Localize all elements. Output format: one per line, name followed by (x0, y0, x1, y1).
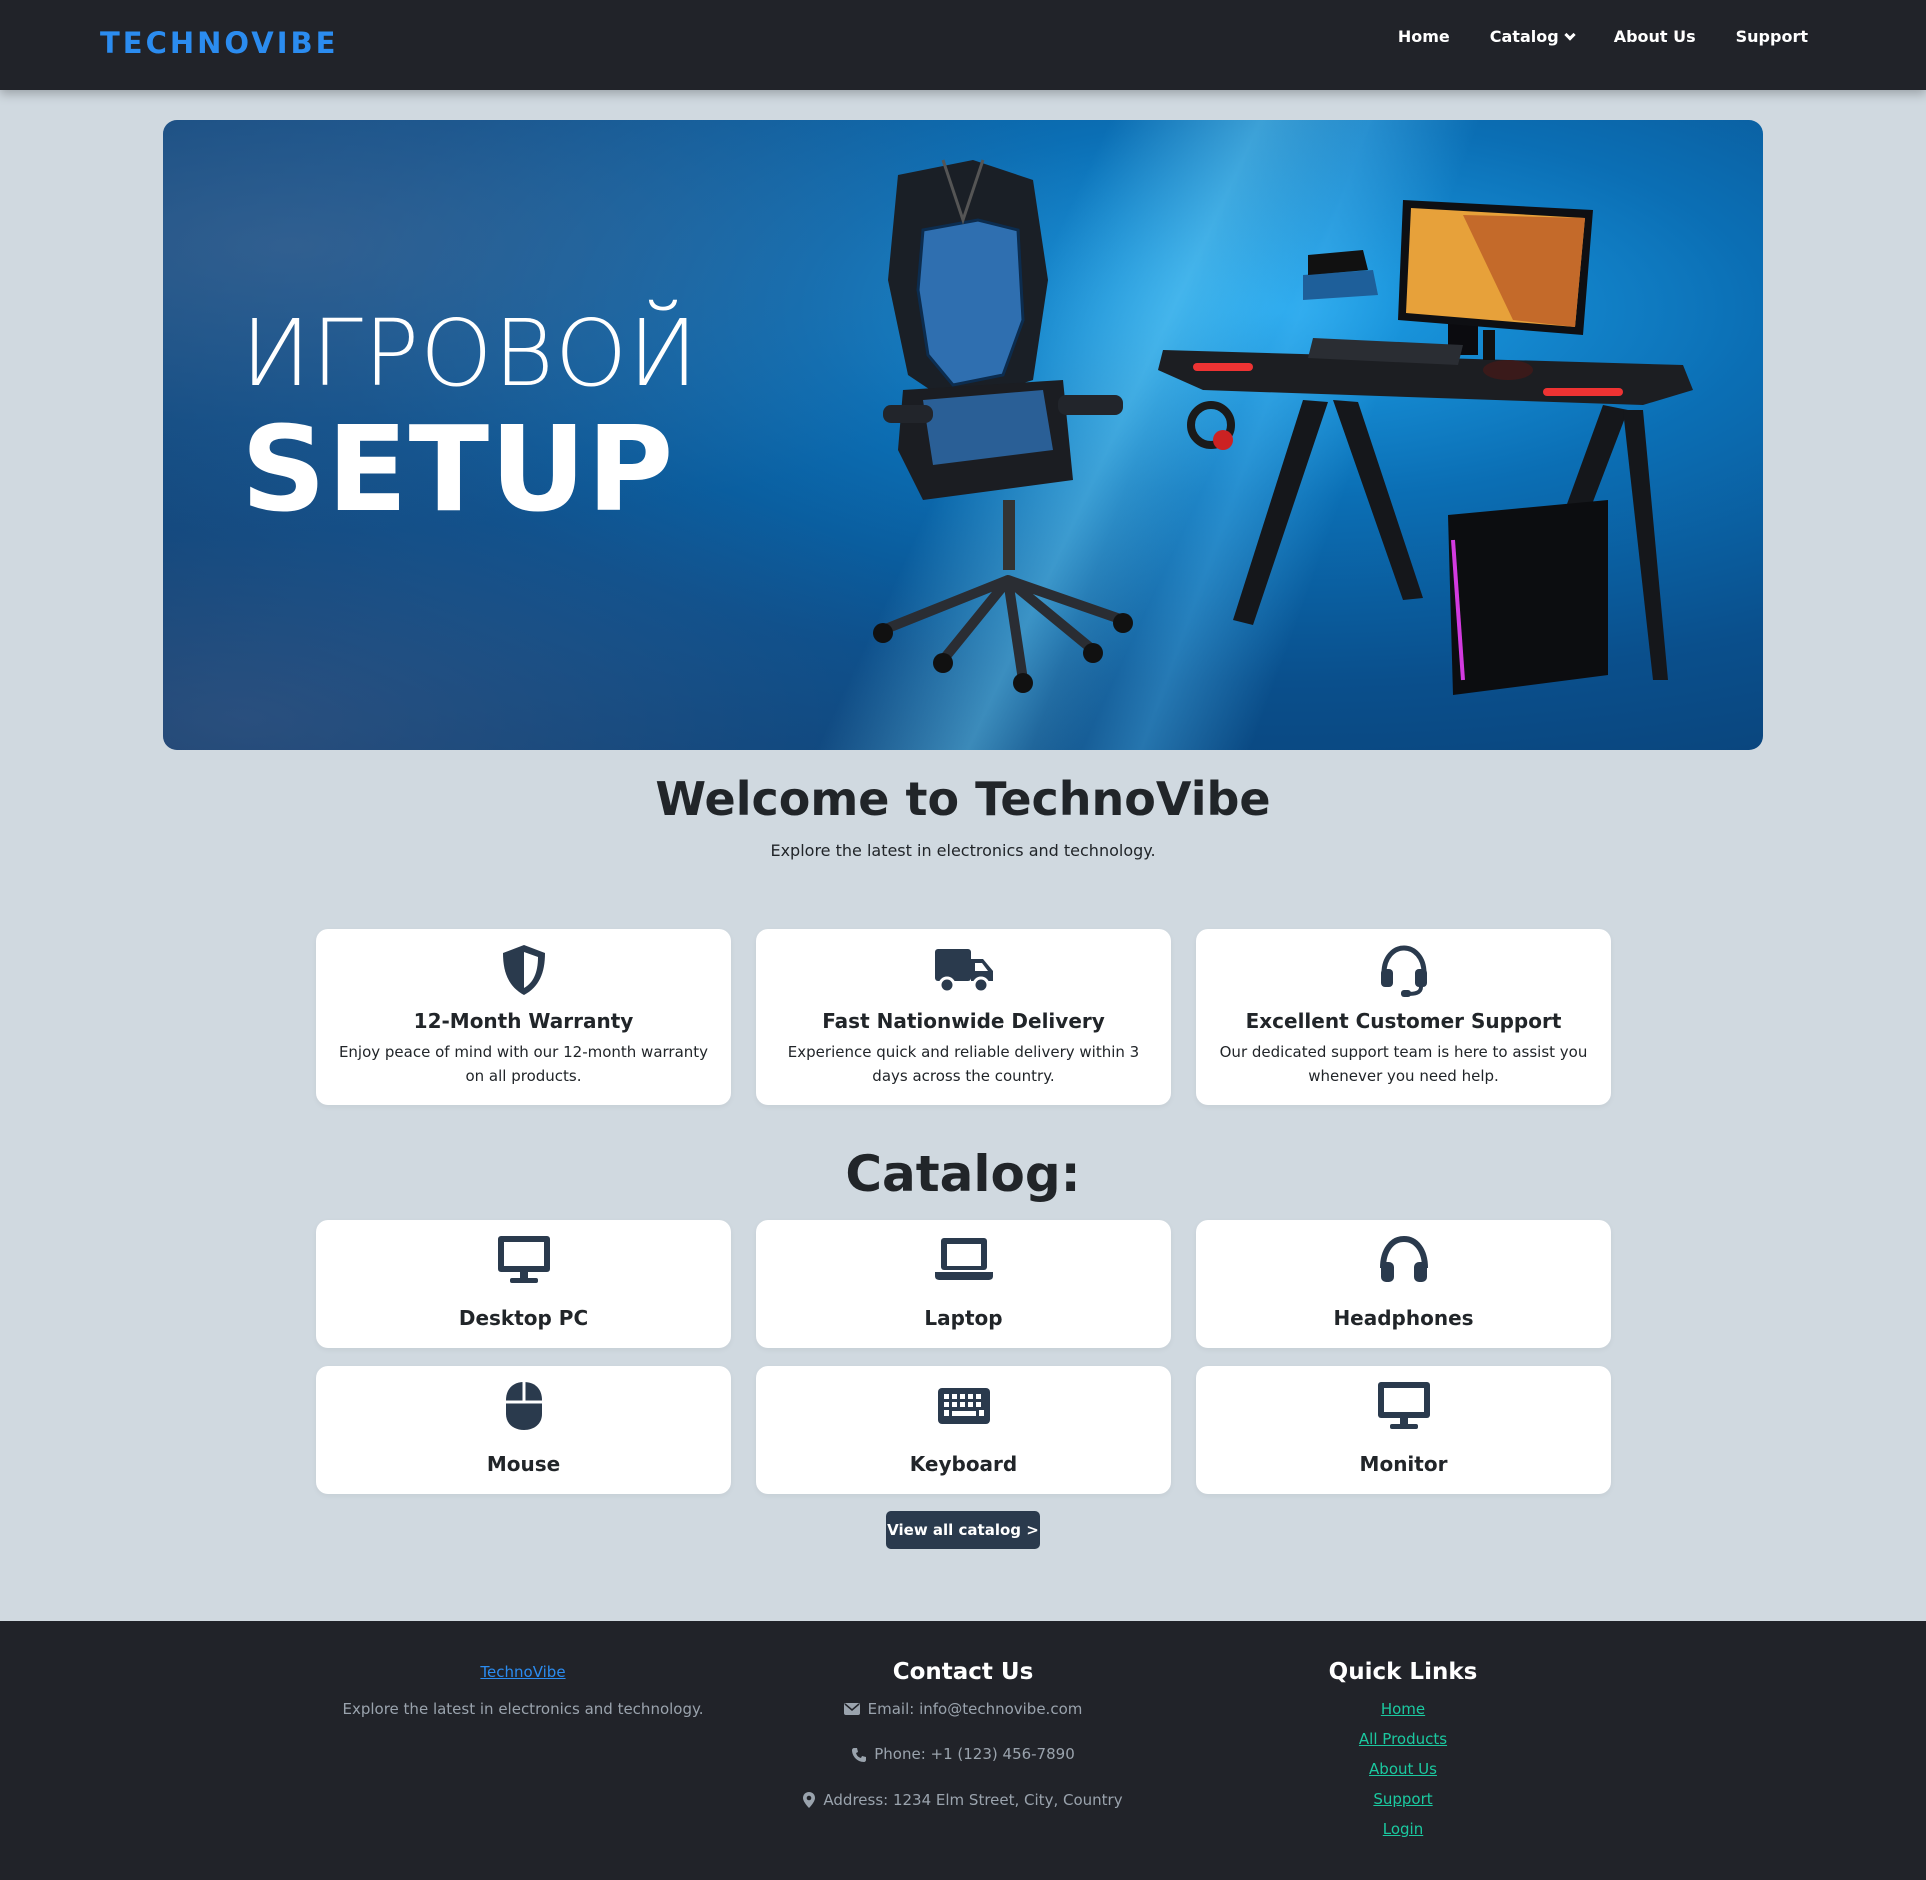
truck-icon (756, 943, 1171, 997)
catalog-item-label: Desktop PC (458, 1306, 589, 1330)
feature-title: Excellent Customer Support (1245, 1009, 1562, 1033)
footer: TechnoVibe Explore the latest in electro… (0, 1621, 1926, 1880)
view-all-catalog-button[interactable]: View all catalog > (886, 1511, 1040, 1549)
laptop-icon (756, 1234, 1171, 1288)
nav-home[interactable]: Home (1398, 26, 1450, 48)
contact-email-text: Email: info@technovibe.com (867, 1700, 1083, 1718)
catalog-item-label: Keyboard (909, 1452, 1018, 1476)
nav-catalog-label: Catalog (1489, 27, 1559, 46)
mouse-icon (316, 1380, 731, 1434)
quick-link-all-products[interactable]: All Products (1183, 1730, 1623, 1748)
quick-link-about-us[interactable]: About Us (1183, 1760, 1623, 1778)
quick-link-support[interactable]: Support (1183, 1790, 1623, 1808)
contact-address: Address: 1234 Elm Street, City, Country (743, 1791, 1183, 1809)
footer-tagline: Explore the latest in electronics and te… (342, 1700, 704, 1718)
contact-heading: Contact Us (892, 1659, 1034, 1685)
contact-phone: Phone: +1 (123) 456-7890 (743, 1745, 1183, 1763)
hero-title-line2: SETUP (241, 400, 675, 538)
hero-title-line1: ИГРОВОЙ (241, 300, 699, 407)
contact-address-text: Address: 1234 Elm Street, City, Country (823, 1791, 1123, 1809)
catalog-item-label: Mouse (486, 1452, 561, 1476)
feature-text: Experience quick and reliable delivery w… (787, 1043, 1140, 1085)
feature-title: 12-Month Warranty (413, 1009, 634, 1033)
nav-links: Home Catalog About Us Support (1398, 26, 1808, 48)
headphones-icon (1196, 1234, 1611, 1288)
quick-link-login[interactable]: Login (1183, 1820, 1623, 1838)
monitor-icon (1196, 1380, 1611, 1434)
feature-card-support: Excellent Customer Support Our dedicated… (1196, 929, 1611, 1105)
contact-phone-text: Phone: +1 (123) 456-7890 (874, 1745, 1075, 1763)
catalog-item-label: Monitor (1359, 1452, 1448, 1476)
footer-brand-link[interactable]: TechnoVibe (303, 1663, 743, 1681)
map-marker-icon (803, 1792, 816, 1808)
catalog-item-mouse[interactable]: Mouse (316, 1366, 731, 1494)
catalog-item-laptop[interactable]: Laptop (756, 1220, 1171, 1348)
chevron-down-icon (1564, 28, 1576, 41)
feature-title: Fast Nationwide Delivery (822, 1009, 1105, 1033)
navbar: TECHNOVIBE Home Catalog About Us Support (0, 0, 1926, 90)
brand-logo[interactable]: TECHNOVIBE (100, 26, 338, 60)
quick-link-home[interactable]: Home (1183, 1700, 1623, 1718)
contact-email: Email: info@technovibe.com (743, 1700, 1183, 1718)
keyboard-icon (756, 1380, 1171, 1434)
gaming-desk-icon (1158, 200, 1693, 695)
envelope-icon (843, 1703, 860, 1715)
phone-icon (852, 1747, 867, 1762)
feature-card-warranty: 12-Month Warranty Enjoy peace of mind wi… (316, 929, 731, 1105)
feature-text: Enjoy peace of mind with our 12-month wa… (338, 1043, 709, 1085)
gaming-chair-icon (873, 159, 1133, 693)
nav-catalog-dropdown[interactable]: Catalog (1489, 26, 1576, 48)
hero-banner: ИГРОВОЙ SETUP (163, 120, 1763, 750)
nav-about[interactable]: About Us (1614, 26, 1696, 48)
nav-support[interactable]: Support (1736, 26, 1808, 48)
quick-links-heading: Quick Links (1328, 1659, 1478, 1685)
catalog-title: Catalog: (845, 1145, 1081, 1203)
welcome-title: Welcome to TechnoVibe (655, 772, 1271, 826)
headset-icon (1196, 943, 1611, 997)
desktop-icon (316, 1234, 731, 1288)
welcome-subtitle: Explore the latest in electronics and te… (770, 841, 1156, 860)
catalog-item-headphones[interactable]: Headphones (1196, 1220, 1611, 1348)
catalog-item-desktop-pc[interactable]: Desktop PC (316, 1220, 731, 1348)
catalog-item-keyboard[interactable]: Keyboard (756, 1366, 1171, 1494)
feature-text: Our dedicated support team is here to as… (1219, 1043, 1588, 1085)
feature-card-delivery: Fast Nationwide Delivery Experience quic… (756, 929, 1171, 1105)
catalog-item-label: Laptop (924, 1306, 1003, 1330)
catalog-item-label: Headphones (1333, 1306, 1474, 1330)
shield-icon (316, 943, 731, 997)
catalog-item-monitor[interactable]: Monitor (1196, 1366, 1611, 1494)
